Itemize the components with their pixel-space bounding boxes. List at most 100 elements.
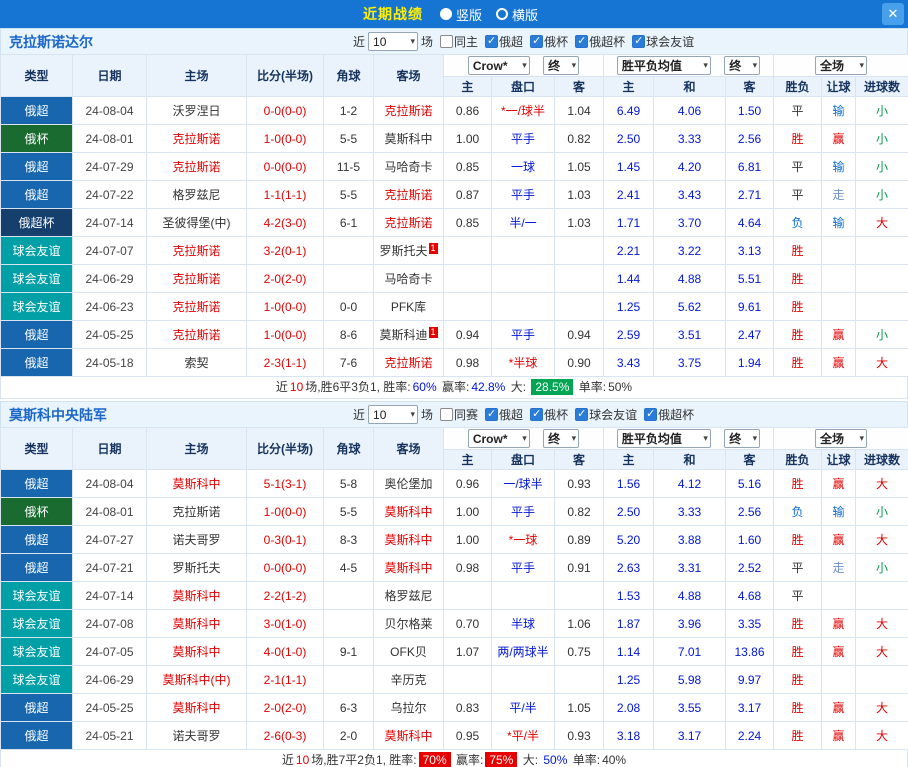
filter-checkbox-same-home[interactable]: 同主 (440, 33, 478, 50)
away-team[interactable]: 罗斯托夫1 (374, 237, 444, 265)
home-team[interactable]: 克拉斯诺 (147, 237, 247, 265)
odds-company-select[interactable]: Crow*▾ (468, 56, 530, 75)
avg-controls: 胜平负均值▾ 终▾ (604, 55, 774, 77)
score: 2-3(1-1) (247, 349, 324, 377)
away-team[interactable]: 莫斯科中 (374, 526, 444, 554)
team-section-home: 克拉斯诺达尔 近 10▾ 场 同主 俄超 俄杯 俄超杯 球会友谊 类型 日期 主… (0, 28, 908, 399)
avg-draw: 4.12 (654, 470, 726, 498)
home-team[interactable]: 莫斯科中 (147, 694, 247, 722)
scope-select[interactable]: 全场▾ (815, 429, 867, 448)
home-team[interactable]: 索契 (147, 349, 247, 377)
away-odds: 0.93 (555, 722, 604, 750)
filter-checkbox-supercup[interactable]: 俄超杯 (575, 33, 625, 50)
col-header-goals: 进球数 (856, 77, 908, 97)
handicap-line: 两/两球半 (492, 638, 555, 666)
home-team[interactable]: 莫斯科中 (147, 610, 247, 638)
win-rate: 70% (419, 752, 451, 767)
recent-count-select[interactable]: 10▾ (368, 32, 418, 51)
home-team[interactable]: 克拉斯诺 (147, 321, 247, 349)
layout-radio-vertical[interactable]: 竖版 (440, 5, 482, 24)
goals-result (856, 582, 908, 610)
avg-home: 5.20 (604, 526, 654, 554)
filter-checkbox-supercup[interactable]: 俄超杯 (644, 406, 694, 423)
col-header-odds-away: 客 (555, 77, 604, 97)
avg-draw: 4.06 (654, 97, 726, 125)
filter-checkbox-cup[interactable]: 俄杯 (530, 406, 568, 423)
away-team[interactable]: 莫斯科中 (374, 125, 444, 153)
score: 4-0(1-0) (247, 638, 324, 666)
odds-time-select[interactable]: 终▾ (543, 56, 579, 75)
away-team[interactable]: 马哈奇卡 (374, 265, 444, 293)
home-team[interactable]: 诺夫哥罗 (147, 526, 247, 554)
odds-company-select[interactable]: Crow*▾ (468, 429, 530, 448)
home-team[interactable]: 克拉斯诺 (147, 498, 247, 526)
filter-checkbox-same-comp[interactable]: 同赛 (440, 406, 478, 423)
away-team[interactable]: 克拉斯诺 (374, 97, 444, 125)
home-team[interactable]: 沃罗涅日 (147, 97, 247, 125)
chevron-down-icon: ▾ (703, 60, 708, 71)
filter-checkbox-cup[interactable]: 俄杯 (530, 33, 568, 50)
filter-checkbox-friendly[interactable]: 球会友谊 (632, 33, 694, 50)
away-team[interactable]: 莫斯科中 (374, 498, 444, 526)
home-team[interactable]: 诺夫哥罗 (147, 722, 247, 750)
scope-select[interactable]: 全场▾ (815, 56, 867, 75)
avg-draw: 3.17 (654, 722, 726, 750)
avg-time-select[interactable]: 终▾ (724, 56, 760, 75)
avg-draw: 5.98 (654, 666, 726, 694)
away-team[interactable]: 贝尔格莱 (374, 610, 444, 638)
home-team[interactable]: 格罗兹尼 (147, 181, 247, 209)
home-team[interactable]: 莫斯科中 (147, 638, 247, 666)
away-team[interactable]: 辛历克 (374, 666, 444, 694)
away-team[interactable]: 奥伦堡加 (374, 470, 444, 498)
avg-time-select[interactable]: 终▾ (724, 429, 760, 448)
away-team[interactable]: 莫斯科迪1 (374, 321, 444, 349)
away-team[interactable]: 莫斯科中 (374, 554, 444, 582)
filter-checkbox-league[interactable]: 俄超 (485, 406, 523, 423)
score: 2-0(2-0) (247, 694, 324, 722)
home-team[interactable]: 克拉斯诺 (147, 125, 247, 153)
match-date: 24-07-08 (73, 610, 147, 638)
score: 1-0(0-0) (247, 293, 324, 321)
handicap-result: 赢 (822, 722, 856, 750)
handicap-result: 输 (822, 153, 856, 181)
home-team[interactable]: 克拉斯诺 (147, 153, 247, 181)
avg-type-select[interactable]: 胜平负均值▾ (617, 56, 711, 75)
away-team[interactable]: 莫斯科中 (374, 722, 444, 750)
close-button[interactable]: ✕ (882, 3, 904, 25)
home-team[interactable]: 莫斯科中(中) (147, 666, 247, 694)
home-team[interactable]: 莫斯科中 (147, 470, 247, 498)
odds-time-select[interactable]: 终▾ (543, 429, 579, 448)
handicap-result (822, 265, 856, 293)
away-team[interactable]: 克拉斯诺 (374, 349, 444, 377)
away-odds (555, 582, 604, 610)
away-team[interactable]: PFK库 (374, 293, 444, 321)
chevron-down-icon: ▾ (410, 409, 415, 420)
away-team[interactable]: 克拉斯诺 (374, 181, 444, 209)
home-team[interactable]: 罗斯托夫 (147, 554, 247, 582)
corner-score: 5-5 (324, 125, 374, 153)
away-team[interactable]: 乌拉尔 (374, 694, 444, 722)
goals-result: 大 (856, 722, 908, 750)
away-team[interactable]: OFK贝 (374, 638, 444, 666)
layout-radio-horizontal[interactable]: 横版 (496, 5, 538, 24)
away-team[interactable]: 克拉斯诺 (374, 209, 444, 237)
home-team[interactable]: 圣彼得堡(中) (147, 209, 247, 237)
home-odds: 1.07 (444, 638, 492, 666)
avg-type-select[interactable]: 胜平负均值▾ (617, 429, 711, 448)
filter-checkbox-league[interactable]: 俄超 (485, 33, 523, 50)
away-team[interactable]: 格罗兹尼 (374, 582, 444, 610)
filter-checkbox-friendly[interactable]: 球会友谊 (575, 406, 637, 423)
match-date: 24-08-01 (73, 498, 147, 526)
corner-score: 2-0 (324, 722, 374, 750)
league-badge: 俄超 (1, 694, 73, 722)
home-team[interactable]: 莫斯科中 (147, 582, 247, 610)
home-team[interactable]: 克拉斯诺 (147, 265, 247, 293)
score: 0-0(0-0) (247, 153, 324, 181)
big-rate: 50% (543, 753, 567, 767)
recent-count-select[interactable]: 10▾ (368, 405, 418, 424)
avg-draw: 3.70 (654, 209, 726, 237)
home-team[interactable]: 克拉斯诺 (147, 293, 247, 321)
avg-away: 13.86 (726, 638, 774, 666)
avg-draw: 4.88 (654, 265, 726, 293)
away-team[interactable]: 马哈奇卡 (374, 153, 444, 181)
